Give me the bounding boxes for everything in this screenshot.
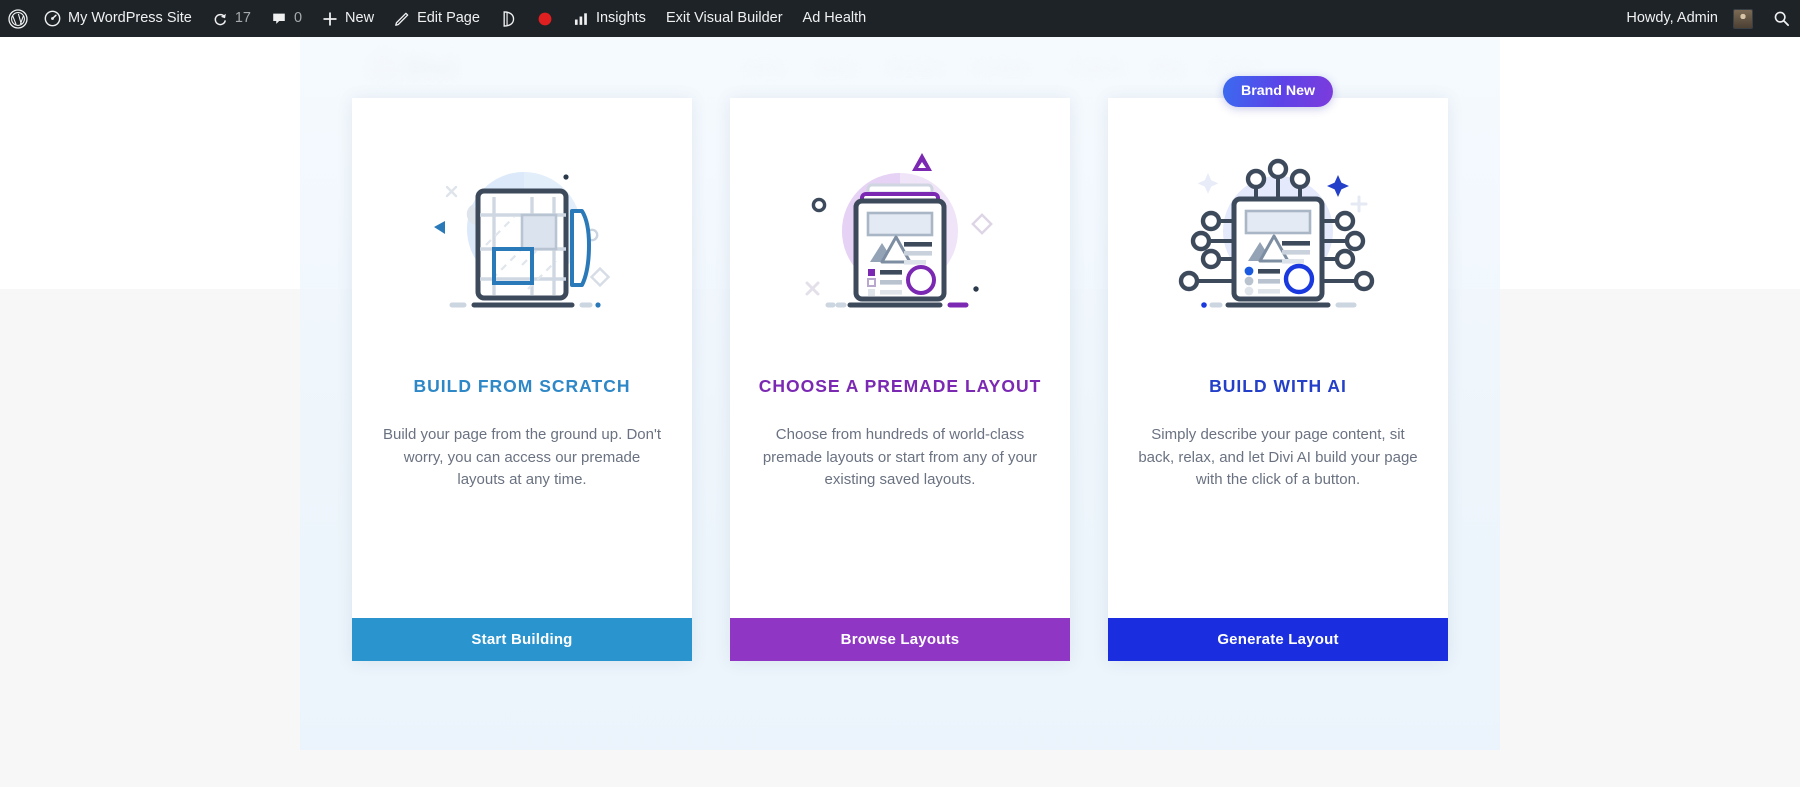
builder-start-modal: BUILD FROM SCRATCH Build your page from … bbox=[0, 37, 1800, 750]
site-name-menu[interactable]: My WordPress Site bbox=[34, 0, 202, 37]
ai-neural-layout-icon bbox=[1134, 98, 1422, 368]
layout-stack-icon bbox=[756, 98, 1044, 368]
card-build-with-ai[interactable]: Brand New bbox=[1108, 98, 1448, 661]
new-content-menu[interactable]: New bbox=[312, 0, 384, 37]
updates-menu[interactable]: 17 bbox=[202, 0, 261, 37]
exit-visual-builder-menu[interactable]: Exit Visual Builder bbox=[656, 0, 793, 37]
updates-icon bbox=[212, 11, 228, 27]
card-body: BUILD FROM SCRATCH Build your page from … bbox=[352, 98, 692, 618]
insights-menu[interactable]: Insights bbox=[563, 0, 656, 37]
insights-label: Insights bbox=[596, 0, 646, 37]
card-body: BUILD WITH AI Simply describe your page … bbox=[1108, 98, 1448, 618]
admin-bar-search-button[interactable] bbox=[1763, 0, 1800, 37]
admin-bar-left-group: My WordPress Site 17 0 bbox=[0, 0, 876, 37]
wp-admin-bar: My WordPress Site 17 0 bbox=[0, 0, 1800, 37]
plus-icon bbox=[322, 11, 338, 27]
divi-menu[interactable] bbox=[490, 0, 527, 37]
browse-layouts-button[interactable]: Browse Layouts bbox=[730, 618, 1070, 661]
edit-page-menu[interactable]: Edit Page bbox=[384, 0, 490, 37]
bar-chart-icon bbox=[573, 11, 589, 27]
divi-icon bbox=[500, 10, 517, 28]
blueprint-grid-pencil-icon bbox=[378, 98, 666, 368]
ad-health-label: Ad Health bbox=[803, 0, 867, 37]
recording-indicator[interactable] bbox=[527, 0, 563, 37]
wordpress-logo-icon bbox=[8, 9, 28, 29]
card-choose-premade-layout[interactable]: CHOOSE A PREMADE LAYOUT Choose from hund… bbox=[730, 98, 1070, 661]
card-description: Simply describe your page content, sit b… bbox=[1134, 424, 1422, 492]
card-title: BUILD FROM SCRATCH bbox=[414, 376, 631, 397]
comments-menu[interactable]: 0 bbox=[261, 0, 312, 37]
site-name-label: My WordPress Site bbox=[68, 0, 192, 37]
start-building-button[interactable]: Start Building bbox=[352, 618, 692, 661]
edit-page-label: Edit Page bbox=[417, 0, 480, 37]
pencil-icon bbox=[394, 11, 410, 27]
card-title: CHOOSE A PREMADE LAYOUT bbox=[759, 376, 1042, 397]
howdy-label: Howdy, Admin bbox=[1626, 0, 1718, 37]
comment-bubble-icon bbox=[271, 11, 287, 27]
updates-count: 17 bbox=[235, 0, 251, 37]
ad-health-menu[interactable]: Ad Health bbox=[793, 0, 877, 37]
card-description: Choose from hundreds of world-class prem… bbox=[756, 424, 1044, 492]
exit-visual-builder-label: Exit Visual Builder bbox=[666, 0, 783, 37]
card-description: Build your page from the ground up. Don'… bbox=[378, 424, 666, 492]
wordpress-logo-menu[interactable] bbox=[0, 0, 34, 37]
search-icon bbox=[1773, 10, 1790, 27]
avatar bbox=[1733, 9, 1753, 29]
dashboard-icon bbox=[44, 10, 61, 27]
my-account-menu[interactable]: Howdy, Admin bbox=[1616, 0, 1763, 37]
generate-layout-button[interactable]: Generate Layout bbox=[1108, 618, 1448, 661]
admin-bar-right-group: Howdy, Admin bbox=[1616, 0, 1800, 37]
new-content-label: New bbox=[345, 0, 374, 37]
card-title: BUILD WITH AI bbox=[1209, 376, 1347, 397]
card-build-from-scratch[interactable]: BUILD FROM SCRATCH Build your page from … bbox=[352, 98, 692, 661]
brand-new-badge: Brand New bbox=[1223, 76, 1333, 107]
card-body: CHOOSE A PREMADE LAYOUT Choose from hund… bbox=[730, 98, 1070, 618]
record-dot-icon bbox=[537, 11, 553, 27]
comments-count: 0 bbox=[294, 0, 302, 37]
